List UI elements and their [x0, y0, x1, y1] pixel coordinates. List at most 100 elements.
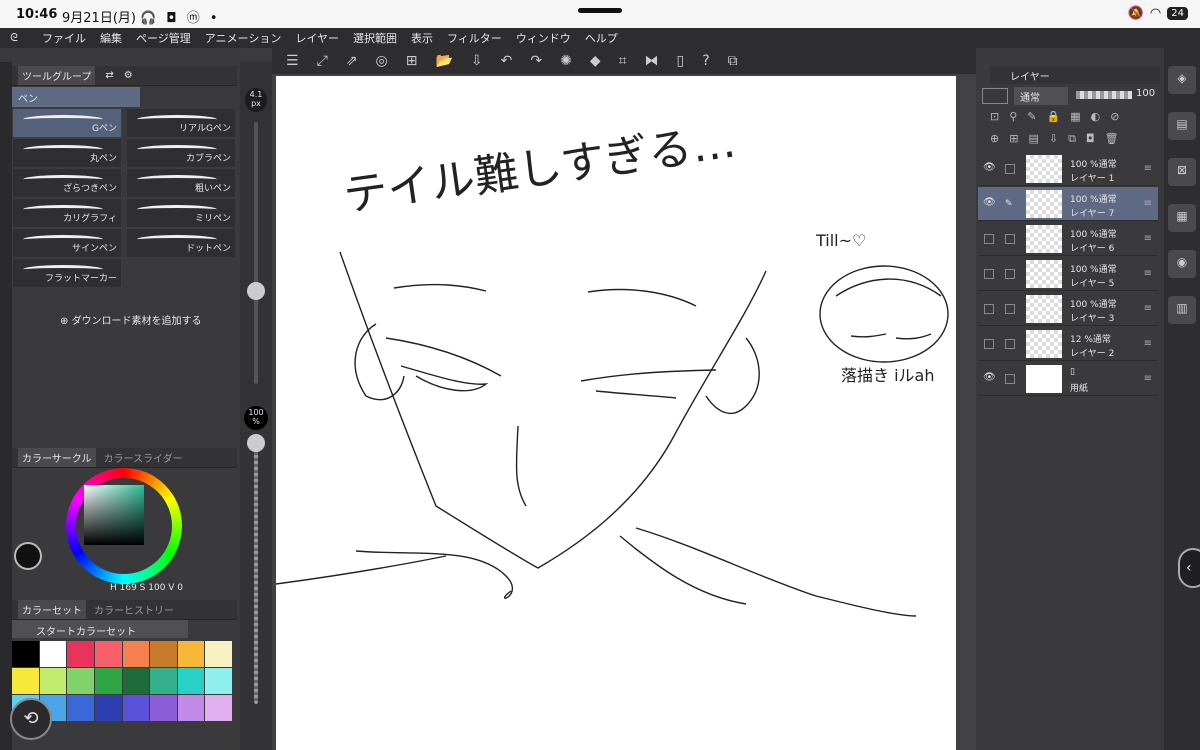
- new-vector-icon[interactable]: ⊞: [1009, 132, 1018, 150]
- color-swatch[interactable]: [150, 695, 177, 721]
- brush-opacity-knob[interactable]: [247, 434, 265, 452]
- open-file-icon[interactable]: 📂: [435, 53, 452, 69]
- help-icon[interactable]: ?: [702, 53, 709, 69]
- layer-row[interactable]: 100 %通常 レイヤー 6 ≡: [978, 222, 1158, 256]
- layer-checkbox[interactable]: [1005, 374, 1015, 384]
- color-swatch[interactable]: [67, 668, 94, 694]
- blend-mode-select[interactable]: 通常: [1014, 87, 1068, 105]
- main-color-swatch[interactable]: [14, 542, 42, 570]
- redo-icon[interactable]: ↷: [530, 53, 542, 69]
- layer-menu-icon[interactable]: ≡: [1144, 163, 1152, 174]
- layer-checkbox[interactable]: [1005, 234, 1015, 244]
- layer-checkbox[interactable]: [1005, 304, 1015, 314]
- visibility-checkbox[interactable]: [984, 339, 994, 349]
- brush-calligraphy[interactable]: カリグラフィ: [12, 198, 122, 228]
- menu-animation[interactable]: アニメーション: [205, 30, 282, 46]
- color-wheel[interactable]: [66, 468, 182, 584]
- color-swatch[interactable]: [122, 695, 150, 721]
- app-logo-icon[interactable]: ᘓ: [0, 31, 28, 45]
- brush-size-knob[interactable]: [247, 282, 265, 300]
- menu-edit[interactable]: 編集: [100, 30, 122, 46]
- color-swatch[interactable]: [122, 641, 150, 667]
- layer-opacity-slider[interactable]: [1076, 91, 1132, 99]
- visibility-checkbox[interactable]: [984, 304, 994, 314]
- layer-row[interactable]: 👁 ✎ 100 %通常 レイヤー 7 ≡: [978, 187, 1158, 221]
- layer-property-icon[interactable]: ▤: [1168, 112, 1196, 140]
- camera-icon[interactable]: ◉: [1168, 250, 1196, 278]
- color-swatch[interactable]: [177, 668, 205, 694]
- brush-g-pen[interactable]: Gペン: [12, 108, 122, 138]
- brush-dot-pen[interactable]: ドットペン: [126, 228, 236, 258]
- layer-row[interactable]: 👁 100 %通常 レイヤー 1 ≡: [978, 152, 1158, 186]
- layer-menu-icon[interactable]: ≡: [1144, 198, 1152, 209]
- tab-color-slider[interactable]: カラースライダー: [104, 450, 183, 465]
- visibility-checkbox[interactable]: [984, 234, 994, 244]
- layer-palette-icon[interactable]: ◈: [1168, 66, 1196, 94]
- menu-window[interactable]: ウィンドウ: [516, 30, 571, 46]
- menu-help[interactable]: ヘルプ: [585, 30, 618, 46]
- rotate-device-button[interactable]: ⟲: [10, 698, 52, 740]
- export-icon[interactable]: ⇗: [346, 53, 358, 69]
- clip-icon[interactable]: ⊡: [990, 110, 999, 128]
- color-swatch[interactable]: [12, 668, 39, 694]
- visibility-eye-icon[interactable]: 👁: [983, 162, 996, 173]
- brush-maru-pen[interactable]: 丸ペン: [12, 138, 122, 168]
- tab-color-set[interactable]: カラーセット: [18, 600, 86, 619]
- color-swatch[interactable]: [205, 641, 232, 667]
- brush-opacity-track[interactable]: [254, 434, 258, 704]
- color-swatch[interactable]: [205, 695, 232, 721]
- link-icon[interactable]: ⊘: [1110, 110, 1119, 128]
- color-swatch[interactable]: [12, 641, 39, 667]
- screen-icon[interactable]: ⧉: [728, 53, 738, 69]
- menu-filter[interactable]: フィルター: [447, 30, 502, 46]
- sub-tool-pen[interactable]: ペン: [12, 87, 140, 107]
- color-swatch[interactable]: [150, 641, 177, 667]
- undo-icon[interactable]: ↶: [501, 53, 513, 69]
- saturation-value-square[interactable]: [84, 485, 144, 545]
- brush-flat-marker[interactable]: フラットマーカー: [12, 258, 122, 288]
- trash-icon[interactable]: 🗑: [1105, 132, 1119, 150]
- menu-page[interactable]: ページ管理: [136, 30, 191, 46]
- brush-arai-pen[interactable]: 粗いペン: [126, 168, 236, 198]
- tab-tool-group[interactable]: ツールグループ: [18, 66, 96, 85]
- layer-checkbox[interactable]: [1005, 164, 1015, 174]
- brush-real-g-pen[interactable]: リアルGペン: [126, 108, 236, 138]
- menu-view[interactable]: 表示: [411, 30, 433, 46]
- navigator-icon[interactable]: ⊠: [1168, 158, 1196, 186]
- new-file-icon[interactable]: ⊞: [406, 53, 418, 69]
- layer-menu-icon[interactable]: ≡: [1144, 268, 1152, 279]
- add-material-button[interactable]: ⊕ ダウンロード素材を追加する: [60, 312, 202, 327]
- ref-icon[interactable]: ⚲: [1009, 110, 1017, 128]
- transfer-icon[interactable]: ⇩: [1049, 132, 1058, 150]
- layer-menu-icon[interactable]: ≡: [1144, 233, 1152, 244]
- brush-size-track[interactable]: [254, 122, 258, 384]
- material-icon[interactable]: ▦: [1168, 204, 1196, 232]
- colorset-select[interactable]: スタートカラーセット: [12, 620, 188, 638]
- alpha-lock-icon[interactable]: ▦: [1070, 110, 1080, 128]
- color-swatch[interactable]: [177, 695, 205, 721]
- color-swatch[interactable]: [94, 668, 122, 694]
- color-swatch[interactable]: [67, 695, 94, 721]
- brush-sign-pen[interactable]: サインペン: [12, 228, 122, 258]
- layer-color-swatch[interactable]: [982, 88, 1008, 104]
- layer-menu-icon[interactable]: ≡: [1144, 338, 1152, 349]
- mask-icon[interactable]: ◐: [1091, 110, 1101, 128]
- clip-studio-icon[interactable]: ◎: [376, 53, 388, 69]
- color-swatch[interactable]: [205, 668, 232, 694]
- color-swatch[interactable]: [94, 695, 122, 721]
- fill-icon[interactable]: ◆: [590, 53, 601, 69]
- new-folder-icon[interactable]: ▤: [1028, 132, 1038, 150]
- color-swatch[interactable]: [150, 668, 177, 694]
- transform-icon[interactable]: ⌗: [619, 53, 627, 69]
- fit-icon[interactable]: ⤢: [317, 53, 328, 69]
- device-icon[interactable]: ▯: [677, 53, 685, 69]
- color-swatch[interactable]: [39, 641, 67, 667]
- color-swatch[interactable]: [122, 668, 150, 694]
- visibility-checkbox[interactable]: [984, 269, 994, 279]
- layer-checkbox[interactable]: [1005, 339, 1015, 349]
- menu-file[interactable]: ファイル: [42, 30, 86, 46]
- settings-icon[interactable]: ⚙: [124, 70, 133, 81]
- document-icon[interactable]: ▥: [1168, 296, 1196, 324]
- brush-milli-pen[interactable]: ミリペン: [126, 198, 236, 228]
- menu-icon[interactable]: ☰: [286, 53, 299, 69]
